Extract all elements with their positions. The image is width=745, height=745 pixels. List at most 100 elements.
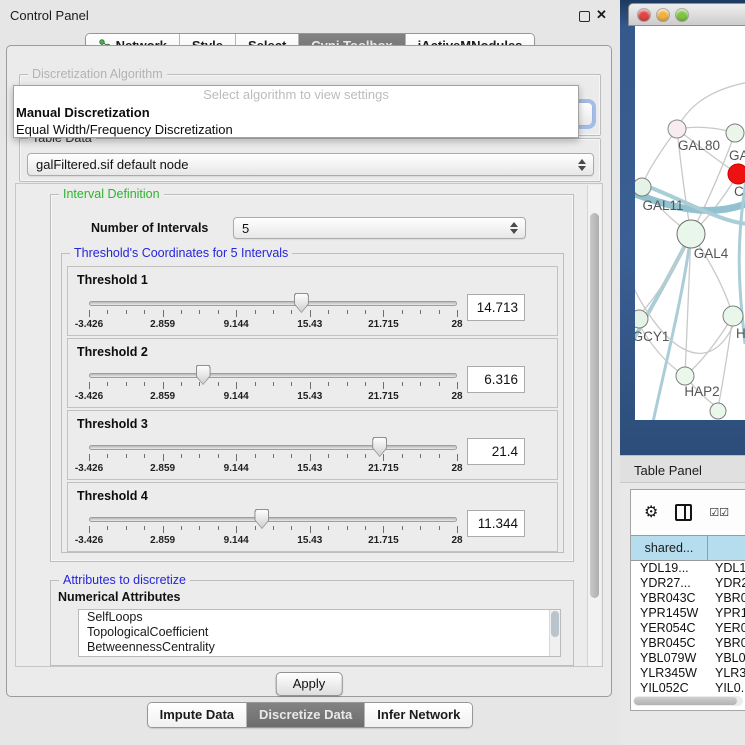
list-item[interactable]: TopologicalCoefficient (79, 625, 560, 640)
threshold-2-box: Threshold 2 -3.4262.8599.14415.4321.7152… (67, 338, 558, 408)
number-of-intervals-combobox[interactable]: 5 (233, 217, 526, 239)
float-window-icon[interactable] (579, 11, 590, 22)
tab-discretize-data[interactable]: Discretize Data (246, 703, 364, 727)
group-title-discretization-algorithm: Discretization Algorithm (28, 67, 167, 82)
slider-scale-label: 9.144 (224, 319, 249, 330)
node-label: C (734, 184, 744, 199)
network-edge[interactable] (636, 319, 685, 376)
network-node[interactable] (710, 403, 726, 419)
threshold-4-slider[interactable]: -3.4262.8599.14415.4321.71528 (89, 507, 457, 551)
slider-scale-label: 2.859 (150, 391, 175, 402)
slider-thumb[interactable] (196, 365, 211, 385)
number-of-intervals-label: Number of Intervals (91, 221, 208, 235)
network-edge[interactable] (677, 82, 745, 129)
network-window-titlebar[interactable] (628, 3, 745, 26)
threshold-1-box: Threshold 1 -3.4262.8599.14415.4321.7152… (67, 266, 558, 336)
table-row[interactable]: YER054CYER0... (631, 621, 745, 636)
column-header-name[interactable]: n... (708, 536, 745, 560)
slider-scale-label: 28 (451, 463, 462, 474)
threshold-1-slider[interactable]: -3.4262.8599.14415.4321.71528 (89, 291, 457, 335)
tab-infer-network[interactable]: Infer Network (364, 703, 472, 727)
mac-close-button[interactable] (638, 9, 650, 21)
network-node[interactable] (677, 220, 705, 248)
network-node[interactable] (723, 306, 743, 326)
network-node[interactable] (726, 124, 744, 142)
close-icon[interactable]: ✕ (596, 7, 607, 23)
slider-scale-label: 28 (451, 391, 462, 402)
slider-scale-label: -3.426 (75, 391, 103, 402)
table-panel-titlebar: Table Panel (620, 455, 745, 483)
scrollbar-thumb[interactable] (590, 213, 599, 598)
slider-scale-label: 15.43 (297, 463, 322, 474)
slider-thumb[interactable] (294, 293, 309, 313)
table-row[interactable]: YBR045CYBR0... (631, 636, 745, 651)
node-label: GAL11 (642, 198, 683, 213)
slider-scale-label: -3.426 (75, 535, 103, 546)
panel-title: Control Panel (10, 8, 89, 23)
table-row[interactable]: YDL19...YDL1... (631, 561, 745, 576)
network-node[interactable] (676, 367, 694, 385)
mac-minimize-button[interactable] (657, 9, 669, 21)
network-desktop: GAL80GACGAL11GAL4GCY1HHAP2 (620, 0, 745, 455)
table-row[interactable]: YLR345WYLR3... (631, 666, 745, 681)
table-header-row: shared... n... (631, 535, 745, 561)
list-item[interactable]: BetweennessCentrality (79, 640, 560, 655)
group-title-thresholds: Threshold's Coordinates for 5 Intervals (70, 246, 292, 261)
threshold-2-slider[interactable]: -3.4262.8599.14415.4321.71528 (89, 363, 457, 407)
table-row[interactable]: YIL052CYIL0... (631, 681, 745, 696)
table-row[interactable]: YBL079WYBL0... (631, 651, 745, 666)
threshold-2-value-field[interactable]: 6.316 (467, 366, 525, 393)
horizontal-scrollbar[interactable] (633, 696, 743, 706)
threshold-3-value-field[interactable]: 21.4 (467, 438, 525, 465)
group-title-interval-definition: Interval Definition (59, 187, 164, 202)
threshold-4-value-field[interactable]: 11.344 (467, 510, 525, 537)
threshold-4-box: Threshold 4 -3.4262.8599.14415.4321.7152… (67, 482, 558, 552)
column-split-icon[interactable] (675, 504, 692, 521)
slider-scale-label: 21.715 (368, 535, 399, 546)
slider-scale-label: 15.43 (297, 391, 322, 402)
tab-impute-data[interactable]: Impute Data (148, 703, 246, 727)
slider-scale-label: 9.144 (224, 391, 249, 402)
list-item[interactable]: SelfLoops (79, 610, 560, 625)
slider-scale-label: 21.715 (368, 319, 399, 330)
slider-thumb[interactable] (372, 437, 387, 457)
table-data-group: Table Data galFiltered.sif default node (19, 138, 601, 182)
slider-scale-label: 9.144 (224, 463, 249, 474)
dropdown-option-manual[interactable]: Manual Discretization (14, 104, 578, 121)
gear-icon[interactable]: ⚙ (644, 505, 658, 521)
apply-button[interactable]: Apply (276, 672, 343, 696)
control-panel-titlebar: Control Panel ✕ (0, 0, 620, 30)
scrollbar-thumb[interactable] (634, 697, 737, 705)
network-graph: GAL80GACGAL11GAL4GCY1HHAP2 (635, 26, 745, 420)
column-header-shared-name[interactable]: shared... (631, 536, 708, 560)
table-data-combobox[interactable]: galFiltered.sif default node (27, 153, 594, 176)
network-edge[interactable] (642, 129, 677, 187)
threshold-1-value-field[interactable]: 14.713 (467, 294, 525, 321)
threshold-3-box: Threshold 3 -3.4262.8599.14415.4321.7152… (67, 410, 558, 480)
list-scrollbar[interactable] (549, 610, 560, 656)
node-label: GAL4 (694, 246, 729, 261)
network-node[interactable] (635, 178, 651, 196)
slider-scale-label: 2.859 (150, 463, 175, 474)
dropdown-hint-item[interactable]: Select algorithm to view settings (14, 86, 578, 104)
slider-scale-label: -3.426 (75, 319, 103, 330)
checkboxes-icon[interactable]: ☑☑ (709, 506, 729, 519)
table-row[interactable]: YBR043CYBR0... (631, 591, 745, 606)
combo-stepper-icon (510, 222, 518, 234)
dropdown-option-equal-width[interactable]: Equal Width/Frequency Discretization (14, 121, 578, 138)
table-row[interactable]: YPR145WYPR1... (631, 606, 745, 621)
network-view-canvas[interactable]: GAL80GACGAL11GAL4GCY1HHAP2 (635, 26, 745, 420)
vertical-scrollbar[interactable] (587, 185, 601, 666)
table-row[interactable]: YDR27...YDR2... (631, 576, 745, 591)
network-node[interactable] (635, 310, 648, 328)
numerical-attributes-label: Numerical Attributes (58, 590, 180, 604)
table-toolbar: ⚙ ☑☑ (631, 490, 745, 535)
mac-zoom-button[interactable] (676, 9, 688, 21)
slider-thumb[interactable] (254, 509, 269, 529)
group-title-attributes: Attributes to discretize (59, 573, 190, 588)
interval-definition-group: Interval Definition Number of Intervals … (50, 194, 574, 562)
numerical-attributes-list[interactable]: SelfLoopsTopologicalCoefficientBetweenne… (78, 609, 561, 657)
network-node[interactable] (668, 120, 686, 138)
threshold-3-slider[interactable]: -3.4262.8599.14415.4321.71528 (89, 435, 457, 479)
network-node[interactable] (728, 164, 745, 184)
